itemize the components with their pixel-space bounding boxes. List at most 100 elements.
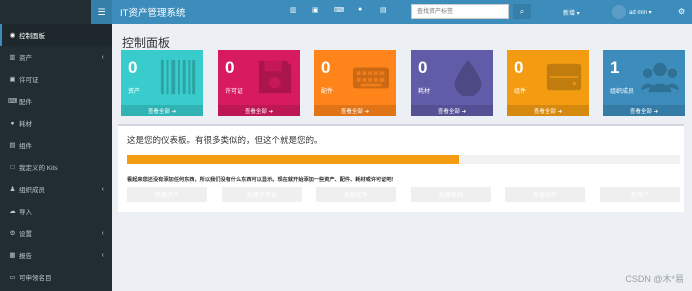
empty-state-message: 看起来您还没有添加任何东西，所以我们没有什么东西可以显示。现在就开始添加一些资产… (127, 177, 394, 183)
dashboard-icon: ◉ (9, 32, 16, 39)
tile-label: 组件 (514, 89, 527, 95)
tile-count: 0 (128, 58, 138, 77)
tile-count: 0 (225, 58, 235, 77)
tile-assets[interactable]: 0 资产 查看全部 ➜ (121, 50, 203, 116)
new-license-button[interactable]: 新建许可证 (222, 187, 302, 202)
tile-label: 许可证 (225, 89, 244, 95)
sidebar-item-label: 资产 (19, 55, 32, 62)
sidebar-item-accessories[interactable]: ⌨ 配件 (0, 90, 112, 112)
barcode-icon: ▥ (9, 54, 16, 61)
sidebar-item-reports[interactable]: ▦ 报告 ‹ (0, 244, 112, 266)
new-user-button[interactable]: 新用户 (600, 187, 680, 202)
watermark: CSDN @木*易 (625, 274, 684, 284)
tile-accessories[interactable]: 0 配件 查看全部 ➜ (314, 50, 396, 116)
progress-bar (127, 155, 680, 164)
tile-label: 组织成员 (610, 89, 635, 95)
sidebar-item-label: 可申领名目 (19, 275, 52, 282)
laptop-icon: ▭ (9, 274, 16, 281)
sidebar-item-label: 报告 (19, 253, 32, 260)
tile-count: 1 (610, 58, 620, 77)
sidebar-item-settings[interactable]: ⚙ 设置 ‹ (0, 222, 112, 244)
sidebar-item-label: 配件 (19, 99, 32, 106)
hdd-icon: ▤ (9, 142, 16, 149)
tile-users[interactable]: 1 组织成员 查看全部 ➜ (603, 50, 685, 116)
sidebar-item-label: 设置 (19, 231, 32, 238)
tile-count: 0 (514, 58, 524, 77)
tile-label: 配件 (321, 89, 334, 95)
tint-icon: ● (10, 119, 15, 127)
sidebar: ☰ ◉ 控制面板 ▥ 资产 ‹ ▣ 许可证 ⌨ 配件 ● 耗材 ▤ 组件 □ 我… (0, 0, 112, 291)
new-dropdown[interactable]: 新增 ▾ (563, 8, 580, 17)
tile-view-all-link[interactable]: 查看全部 ➜ (507, 105, 589, 116)
sidebar-item-components[interactable]: ▤ 组件 (0, 134, 112, 156)
tile-consumables[interactable]: 0 耗材 查看全部 ➜ (411, 50, 493, 116)
chart-icon: ▦ (9, 252, 16, 259)
sidebar-item-label: 导入 (19, 209, 32, 216)
box-icon: □ (10, 163, 15, 171)
chevron-left-icon: ‹ (101, 251, 104, 259)
gear-icon[interactable]: ⚙ (678, 7, 685, 16)
tile-label: 耗材 (418, 89, 431, 95)
dashboard-panel: 这是您的仪表板。有很多类似的，但这个就是您的。 看起来您还没有添加任何东西，所以… (118, 124, 684, 212)
sidebar-item-licenses[interactable]: ▣ 许可证 (0, 68, 112, 90)
hamburger-icon: ☰ (97, 6, 106, 17)
tint-icon (454, 59, 482, 96)
tile-count: 0 (418, 58, 428, 77)
save-icon (258, 60, 292, 94)
tile-view-all-link[interactable]: 查看全部 ➜ (411, 105, 493, 116)
panel-intro-text: 这是您的仪表板。有很多类似的，但这个就是您的。 (127, 135, 323, 145)
save-icon: ▣ (9, 76, 16, 83)
hdd-icon[interactable]: ▤ (380, 6, 387, 14)
tint-icon[interactable]: ● (358, 6, 362, 13)
top-navbar: IT资产管理系统 ▥ ▣ ⌨ ● ▤ ⌕ 新增 ▾ ad min ▾ ⚙ (112, 0, 692, 24)
new-asset-button[interactable]: 新建资产 (127, 187, 207, 202)
sidebar-item-kits[interactable]: □ 我定义的 Kits (0, 156, 112, 178)
tile-view-all-link[interactable]: 查看全部 ➜ (314, 105, 396, 116)
barcode-icon[interactable]: ▥ (290, 6, 297, 14)
sidebar-item-label: 控制面板 (19, 33, 45, 40)
app-title[interactable]: IT资产管理系统 (120, 5, 185, 19)
sidebar-item-dashboard[interactable]: ◉ 控制面板 (0, 24, 112, 46)
users-icon: ♟ (9, 186, 16, 193)
search-input[interactable] (411, 4, 509, 19)
hdd-icon (546, 63, 582, 91)
search-button[interactable]: ⌕ (513, 4, 531, 19)
sidebar-item-assets[interactable]: ▥ 资产 ‹ (0, 46, 112, 68)
user-name: ad min ▾ (629, 9, 652, 16)
user-menu[interactable]: ad min ▾ (612, 3, 652, 21)
sidebar-item-requestable[interactable]: ▭ 可申领名目 (0, 266, 112, 288)
sidebar-item-label: 我定义的 Kits (19, 165, 58, 172)
page-title: 控制面板 (122, 36, 171, 50)
sidebar-item-consumables[interactable]: ● 耗材 (0, 112, 112, 134)
sidebar-item-users[interactable]: ♟ 组织成员 ‹ (0, 178, 112, 200)
tile-view-all-link[interactable]: 查看全部 ➜ (603, 105, 685, 116)
progress-bar-fill (127, 155, 459, 164)
chevron-left-icon: ‹ (101, 229, 104, 237)
users-icon (641, 62, 679, 93)
gear-icon: ⚙ (9, 230, 16, 237)
tile-count: 0 (321, 58, 331, 77)
new-consumable-button[interactable]: 新建耗材 (411, 187, 491, 202)
sidebar-item-label: 许可证 (19, 77, 39, 84)
keyboard-icon (352, 67, 390, 89)
tile-components[interactable]: 0 组件 查看全部 ➜ (507, 50, 589, 116)
new-accessory-button[interactable]: 新建配件 (316, 187, 396, 202)
sidebar-item-label: 组件 (19, 143, 32, 150)
chevron-left-icon: ‹ (101, 185, 104, 193)
avatar (612, 5, 626, 19)
tile-view-all-link[interactable]: 查看全部 ➜ (218, 105, 300, 116)
sidebar-item-import[interactable]: ☁ 导入 (0, 200, 112, 222)
save-icon[interactable]: ▣ (312, 6, 319, 14)
new-component-button[interactable]: 新建组件 (505, 187, 585, 202)
barcode-icon (160, 59, 196, 95)
sidebar-toggle-button[interactable]: ☰ (91, 0, 112, 24)
cloud-upload-icon: ☁ (9, 208, 16, 215)
tile-view-all-link[interactable]: 查看全部 ➜ (121, 105, 203, 116)
keyboard-icon[interactable]: ⌨ (334, 6, 344, 14)
sidebar-item-label: 耗材 (19, 121, 32, 128)
tile-label: 资产 (128, 89, 141, 95)
search-icon: ⌕ (519, 6, 525, 16)
tile-licenses[interactable]: 0 许可证 查看全部 ➜ (218, 50, 300, 116)
sidebar-item-label: 组织成员 (19, 187, 45, 194)
keyboard-icon: ⌨ (7, 98, 18, 105)
